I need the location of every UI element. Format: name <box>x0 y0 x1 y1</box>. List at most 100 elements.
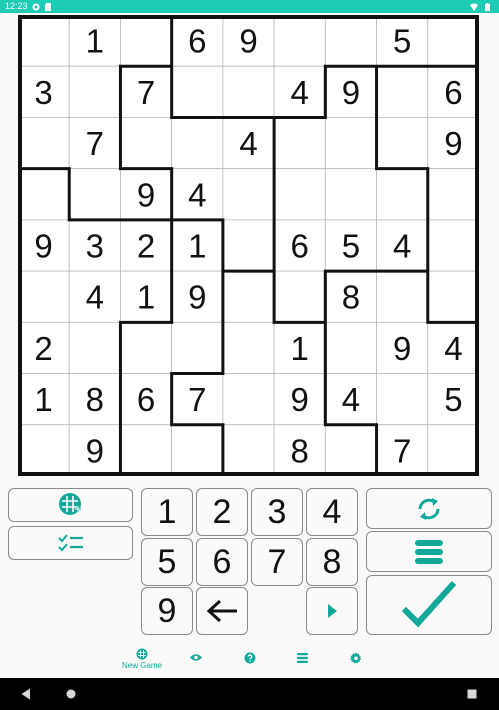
sudoku-cell[interactable]: 7 <box>171 373 224 426</box>
sudoku-cell[interactable]: 5 <box>324 219 377 272</box>
sudoku-cell[interactable]: 6 <box>171 15 224 67</box>
digit-7-button[interactable]: 7 <box>251 538 303 586</box>
sudoku-cell[interactable]: 4 <box>273 65 326 118</box>
sudoku-cell[interactable] <box>222 424 275 476</box>
check-button[interactable] <box>366 575 492 635</box>
sudoku-cell[interactable] <box>18 117 70 170</box>
sudoku-cell[interactable]: 9 <box>171 270 224 323</box>
sudoku-cell[interactable]: 4 <box>68 270 121 323</box>
digit-6-button[interactable]: 6 <box>196 538 248 586</box>
sudoku-cell[interactable] <box>324 15 377 67</box>
sudoku-cell[interactable]: 7 <box>120 65 173 118</box>
digit-1-button[interactable]: 1 <box>141 488 193 536</box>
sudoku-cell[interactable]: 4 <box>222 117 275 170</box>
sudoku-cell[interactable]: 9 <box>120 168 173 221</box>
sudoku-cell[interactable]: 9 <box>427 117 479 170</box>
sudoku-cell[interactable]: 4 <box>171 168 224 221</box>
sudoku-board[interactable]: 169537496749949321654419821941867945987 <box>18 15 479 476</box>
sudoku-cell[interactable]: 3 <box>68 219 121 272</box>
sudoku-cell[interactable]: 1 <box>120 270 173 323</box>
back-icon[interactable] <box>21 688 31 700</box>
digit-4-button[interactable]: 4 <box>306 488 358 536</box>
sudoku-cell[interactable]: 2 <box>18 321 70 374</box>
sudoku-cell[interactable]: 9 <box>222 15 275 67</box>
sudoku-cell[interactable] <box>324 424 377 476</box>
sudoku-cell[interactable] <box>324 321 377 374</box>
sudoku-cell[interactable] <box>273 168 326 221</box>
sudoku-cell[interactable]: 1 <box>18 373 70 426</box>
recents-icon[interactable] <box>467 689 477 699</box>
sudoku-cell[interactable] <box>120 117 173 170</box>
sudoku-cell[interactable] <box>68 65 121 118</box>
select-mode-button[interactable] <box>8 488 133 522</box>
undo-redo-button[interactable] <box>366 488 492 529</box>
sudoku-cell[interactable]: 8 <box>68 373 121 426</box>
delete-button[interactable] <box>196 587 248 635</box>
menu-button[interactable] <box>366 531 492 572</box>
sudoku-cell[interactable] <box>376 65 429 118</box>
sudoku-cell[interactable] <box>324 168 377 221</box>
sudoku-cell[interactable] <box>171 321 224 374</box>
sudoku-cell[interactable]: 6 <box>120 373 173 426</box>
sudoku-cell[interactable]: 2 <box>120 219 173 272</box>
digit-3-button[interactable]: 3 <box>251 488 303 536</box>
sudoku-cell[interactable] <box>427 424 479 476</box>
sudoku-cell[interactable] <box>171 424 224 476</box>
sudoku-cell[interactable]: 1 <box>171 219 224 272</box>
sudoku-cell[interactable]: 9 <box>324 65 377 118</box>
sudoku-cell[interactable] <box>376 270 429 323</box>
sudoku-cell[interactable]: 8 <box>273 424 326 476</box>
nav-help[interactable] <box>240 640 260 678</box>
sudoku-cell[interactable]: 4 <box>324 373 377 426</box>
sudoku-cell[interactable] <box>120 321 173 374</box>
sudoku-cell[interactable]: 7 <box>68 117 121 170</box>
sudoku-cell[interactable] <box>376 117 429 170</box>
sudoku-cell[interactable] <box>222 321 275 374</box>
sudoku-cell[interactable] <box>427 219 479 272</box>
digit-5-button[interactable]: 5 <box>141 538 193 586</box>
sudoku-cell[interactable]: 9 <box>376 321 429 374</box>
sudoku-cell[interactable] <box>120 424 173 476</box>
sudoku-cell[interactable]: 1 <box>68 15 121 67</box>
sudoku-cell[interactable] <box>222 65 275 118</box>
sudoku-cell[interactable]: 5 <box>376 15 429 67</box>
sudoku-cell[interactable] <box>18 168 70 221</box>
sudoku-cell[interactable] <box>427 270 479 323</box>
next-cell-button[interactable] <box>306 587 358 635</box>
sudoku-cell[interactable] <box>222 373 275 426</box>
sudoku-cell[interactable] <box>376 373 429 426</box>
sudoku-cell[interactable] <box>273 15 326 67</box>
sudoku-cell[interactable]: 4 <box>376 219 429 272</box>
sudoku-cell[interactable] <box>222 168 275 221</box>
sudoku-cell[interactable] <box>120 15 173 67</box>
sudoku-cell[interactable]: 9 <box>18 219 70 272</box>
sudoku-cell[interactable] <box>171 117 224 170</box>
sudoku-cell[interactable]: 1 <box>273 321 326 374</box>
sudoku-cell[interactable]: 6 <box>273 219 326 272</box>
nav-hint[interactable] <box>186 640 206 678</box>
digit-9-button[interactable]: 9 <box>141 587 193 635</box>
sudoku-cell[interactable] <box>427 15 479 67</box>
nav-new-game[interactable]: New Game <box>112 640 172 678</box>
sudoku-cell[interactable]: 5 <box>427 373 479 426</box>
sudoku-cell[interactable] <box>273 270 326 323</box>
sudoku-cell[interactable] <box>222 270 275 323</box>
sudoku-cell[interactable]: 4 <box>427 321 479 374</box>
sudoku-cell[interactable] <box>68 321 121 374</box>
sudoku-cell[interactable] <box>68 168 121 221</box>
sudoku-cell[interactable] <box>18 270 70 323</box>
sudoku-cell[interactable] <box>324 117 377 170</box>
home-icon[interactable] <box>66 689 76 699</box>
sudoku-cell[interactable]: 3 <box>18 65 70 118</box>
digit-8-button[interactable]: 8 <box>306 538 358 586</box>
sudoku-cell[interactable]: 7 <box>376 424 429 476</box>
sudoku-cell[interactable] <box>171 65 224 118</box>
nav-settings[interactable] <box>346 640 366 678</box>
sudoku-cell[interactable]: 9 <box>68 424 121 476</box>
sudoku-cell[interactable]: 8 <box>324 270 377 323</box>
digit-2-button[interactable]: 2 <box>196 488 248 536</box>
sudoku-cell[interactable] <box>222 219 275 272</box>
sudoku-cell[interactable]: 9 <box>273 373 326 426</box>
sudoku-cell[interactable] <box>427 168 479 221</box>
sudoku-cell[interactable]: 6 <box>427 65 479 118</box>
